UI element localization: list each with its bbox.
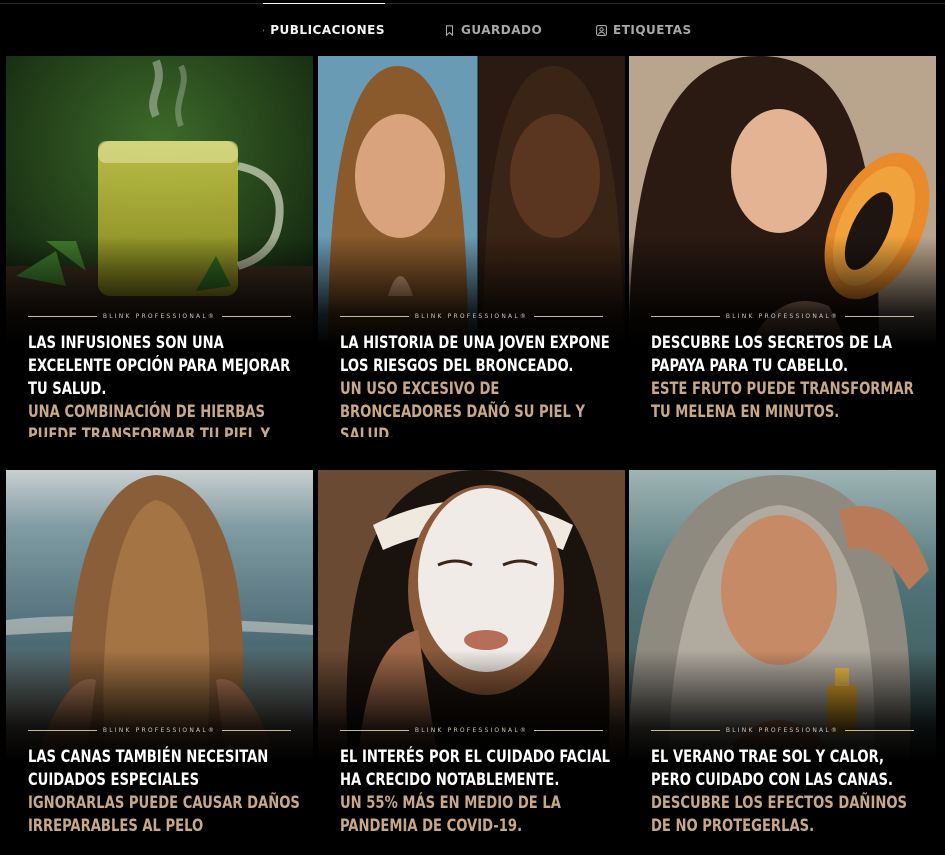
post-tile[interactable]: BLINK PROFESSIONAL® LAS INFUSIONES SON U… (6, 56, 313, 437)
post-subtitle: DESCUBRE LOS EFECTOS DAÑINOS DE NO PROTE… (651, 793, 907, 836)
tab-label: ETIQUETAS (613, 23, 692, 37)
post-subtitle: UNA COMBINACIÓN DE HIERBAS PUEDE TRANSFO… (28, 402, 271, 437)
brand-watermark: BLINK PROFESSIONAL® (28, 310, 291, 322)
post-title: EL VERANO TRAE SOL Y CALOR, PERO CUIDADO… (651, 747, 894, 790)
post-caption: LAS INFUSIONES SON UNA EXCELENTE OPCIÓN … (28, 332, 303, 437)
brand-watermark: BLINK PROFESSIONAL® (28, 724, 291, 736)
tab-etiquetas[interactable]: ETIQUETAS (596, 4, 692, 56)
tag-person-icon (596, 24, 607, 36)
tab-guardado[interactable]: GUARDADO (444, 4, 542, 56)
tab-publicaciones[interactable]: PUBLICACIONES (263, 3, 385, 56)
tab-label: PUBLICACIONES (270, 23, 385, 37)
post-caption: EL VERANO TRAE SOL Y CALOR, PERO CUIDADO… (651, 746, 926, 838)
post-subtitle: ESTE FRUTO PUEDE TRANSFORMAR TU MELENA E… (651, 379, 914, 422)
post-tile[interactable]: BLINK PROFESSIONAL® EL VERANO TRAE SOL Y… (629, 470, 936, 851)
post-tile[interactable]: BLINK PROFESSIONAL® DESCUBRE LOS SECRETO… (629, 56, 936, 437)
post-subtitle: UN USO EXCESIVO DE BRONCEADORES DAÑÓ SU … (340, 379, 586, 437)
grid-icon (263, 29, 265, 31)
post-caption: EL INTERÉS POR EL CUIDADO FACIAL HA CREC… (340, 746, 615, 838)
post-subtitle: IGNORARLAS PUEDE CAUSAR DAÑOS IRREPARABL… (28, 793, 300, 836)
post-tile[interactable]: BLINK PROFESSIONAL® LAS CANAS TAMBIÉN NE… (6, 470, 313, 851)
post-caption: LA HISTORIA DE UNA JOVEN EXPONE LOS RIES… (340, 332, 615, 437)
post-tile[interactable]: BLINK PROFESSIONAL® LA HISTORIA DE UNA J… (318, 56, 625, 437)
post-title: LAS CANAS TAMBIÉN NECESITAN CUIDADOS ESP… (28, 747, 269, 790)
post-title: LA HISTORIA DE UNA JOVEN EXPONE LOS RIES… (340, 333, 610, 376)
brand-watermark: BLINK PROFESSIONAL® (340, 310, 603, 322)
post-title: DESCUBRE LOS SECRETOS DE LA PAPAYA PARA … (651, 333, 893, 376)
post-tile[interactable]: BLINK PROFESSIONAL® EL INTERÉS POR EL CU… (318, 470, 625, 851)
brand-watermark: BLINK PROFESSIONAL® (340, 724, 603, 736)
tab-label: GUARDADO (461, 23, 543, 37)
post-caption: LAS CANAS TAMBIÉN NECESITAN CUIDADOS ESP… (28, 746, 303, 838)
brand-watermark: BLINK PROFESSIONAL® (651, 724, 914, 736)
brand-watermark: BLINK PROFESSIONAL® (651, 310, 914, 322)
post-title: EL INTERÉS POR EL CUIDADO FACIAL HA CREC… (340, 747, 611, 790)
bookmark-icon (445, 24, 454, 36)
post-caption: DESCUBRE LOS SECRETOS DE LA PAPAYA PARA … (651, 332, 926, 424)
post-subtitle: UN 55% MÁS EN MEDIO DE LA PANDEMIA DE CO… (340, 793, 561, 836)
post-title: LAS INFUSIONES SON UNA EXCELENTE OPCIÓN … (28, 333, 291, 399)
profile-tabs: PUBLICACIONES GUARDADO ETIQUETAS (0, 0, 945, 56)
